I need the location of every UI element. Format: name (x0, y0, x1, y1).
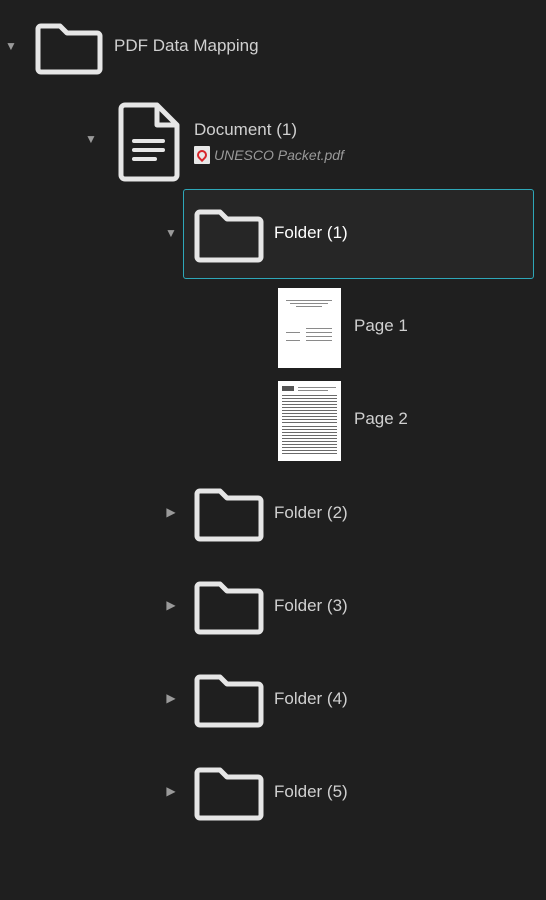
folder-icon[interactable] (193, 764, 265, 822)
pdf-data-mapping-tree: ▼ PDF Data Mapping ▼ Document (1) UNESCO… (0, 0, 546, 900)
folder-icon[interactable] (34, 20, 104, 76)
folder-icon[interactable] (193, 485, 265, 543)
document-expand-toggle[interactable]: ▼ (84, 132, 98, 146)
root-expand-toggle[interactable]: ▼ (4, 39, 18, 53)
page-1-label[interactable]: Page 1 (354, 316, 408, 336)
page-2-label[interactable]: Page 2 (354, 409, 408, 429)
folder-1-label[interactable]: Folder (1) (274, 223, 348, 243)
folder-5-label[interactable]: Folder (5) (274, 782, 348, 802)
document-file-name: UNESCO Packet.pdf (214, 147, 344, 163)
folder-1-expand-toggle[interactable]: ▼ (164, 226, 178, 240)
page-2-thumbnail[interactable] (278, 381, 341, 461)
document-icon[interactable] (117, 101, 181, 183)
folder-3-label[interactable]: Folder (3) (274, 596, 348, 616)
document-label[interactable]: Document (1) (194, 120, 297, 140)
document-file[interactable]: UNESCO Packet.pdf (194, 146, 344, 164)
folder-2-label[interactable]: Folder (2) (274, 503, 348, 523)
folder-icon[interactable] (193, 206, 265, 264)
pdf-file-icon (194, 146, 210, 164)
folder-2-expand-toggle[interactable]: ▶ (164, 505, 178, 519)
folder-4-label[interactable]: Folder (4) (274, 689, 348, 709)
folder-icon[interactable] (193, 671, 265, 729)
folder-5-expand-toggle[interactable]: ▶ (164, 784, 178, 798)
page-1-thumbnail[interactable] (278, 288, 341, 368)
folder-4-expand-toggle[interactable]: ▶ (164, 691, 178, 705)
root-label[interactable]: PDF Data Mapping (114, 36, 259, 56)
folder-3-expand-toggle[interactable]: ▶ (164, 598, 178, 612)
folder-icon[interactable] (193, 578, 265, 636)
